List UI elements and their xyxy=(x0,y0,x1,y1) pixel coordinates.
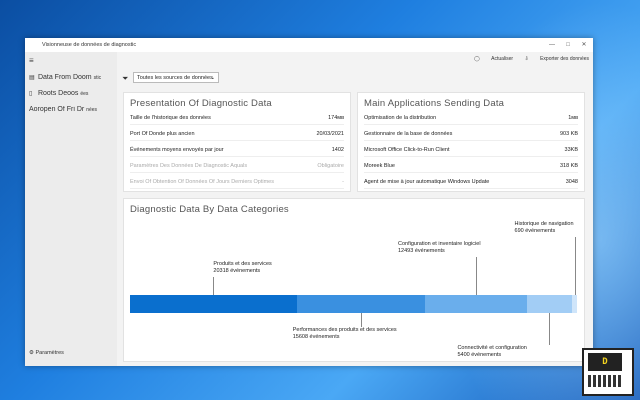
leader-line xyxy=(574,237,576,295)
minimize-button[interactable]: — xyxy=(545,40,559,50)
overview-row-value: 20/03/2021 xyxy=(316,131,344,137)
menu-icon[interactable]: ≡ xyxy=(29,56,34,65)
window-title: Visionneuse de données de diagnostic xyxy=(42,42,137,48)
overview-row-label: Port Of Donde plus ancien xyxy=(130,131,195,137)
filter-icon: ⏷ xyxy=(122,74,129,83)
overview-row: Paramètres Des Données De Diagnostic Aqu… xyxy=(130,161,344,173)
categories-card: Diagnostic Data By Data Categories Produ… xyxy=(123,198,585,362)
overview-row-label: Événements moyens envoyés par jour xyxy=(130,147,224,153)
overview-row-value: - xyxy=(342,179,344,185)
apps-row-label: Moreek Blue xyxy=(364,163,395,169)
category-name: Produits et des services xyxy=(213,261,272,267)
leader-line xyxy=(213,277,215,295)
overview-row-label: Taille de l'historique des données xyxy=(130,115,211,121)
category-name: Connectivité et configuration xyxy=(457,345,527,351)
apps-row: Gestionnaire de la base de données 903 KB xyxy=(364,129,578,141)
apps-row-label: Gestionnaire de la base de données xyxy=(364,131,453,137)
sidebar-item-problems[interactable]: ▯ Roots Deoos ées xyxy=(29,90,117,100)
category-count: 690 événements xyxy=(514,228,556,234)
chevron-down-icon: ⌄ xyxy=(210,75,215,81)
category-annotation: Produits et des services 20318 événements xyxy=(213,261,271,275)
refresh-label: Actualiser xyxy=(491,56,514,62)
sidebar-item-label: Data From Doom xyxy=(37,74,92,81)
overview-row: Envoi Of Obtention Of Données Of Jours D… xyxy=(130,177,344,189)
watermark-screen: D xyxy=(588,353,622,371)
category-segment[interactable] xyxy=(527,295,572,313)
sidebar-item-label: Aoropen Of Fri Dr xyxy=(29,106,85,113)
source-filter-dropdown[interactable]: Toutes les sources de données ⌄ xyxy=(133,72,219,83)
sidebar-item-history[interactable]: Aoropen Of Fri Dr nées xyxy=(29,106,117,116)
category-count: 15608 événements xyxy=(292,334,340,340)
document-icon: ▯ xyxy=(29,91,33,97)
overview-row: Taille de l'historique des données 174мв xyxy=(130,113,344,125)
category-annotation: Historique de navigation 690 événements xyxy=(515,221,574,235)
overview-row-value: 1402 xyxy=(331,147,344,153)
leader-line xyxy=(476,257,477,295)
categories-title: Diagnostic Data By Data Categories xyxy=(130,204,289,215)
overview-row-value: Obligatoire xyxy=(317,163,344,169)
export-button[interactable]: ⇩ Exporter des données xyxy=(524,56,589,62)
apps-row: Optimisation de la distribution 1мв xyxy=(364,113,578,125)
main-content: ◯ Actualiser ⇩ Exporter des données ⏷ To… xyxy=(117,52,593,366)
category-bar xyxy=(130,295,582,313)
chart-icon: ▤ xyxy=(29,75,35,81)
title-bar: Visionneuse de données de diagnostic — □… xyxy=(25,38,593,52)
gear-icon: ⚙ xyxy=(29,350,34,356)
category-count: 12493 événements xyxy=(398,248,445,254)
apps-row-value: 903 KB xyxy=(559,131,578,137)
category-annotation: Connectivité et configuration 5400 événem… xyxy=(457,345,526,359)
sidebar-item-suffix: ées xyxy=(80,91,89,97)
app-window: Visionneuse de données de diagnostic — □… xyxy=(25,38,593,366)
apps-row: Moreek Blue 318 KB xyxy=(364,161,578,173)
category-count: 5400 événements xyxy=(457,352,502,358)
overview-row-label: Envoi Of Obtention Of Données Of Jours D… xyxy=(130,179,274,185)
category-name: Historique de navigation xyxy=(514,221,574,227)
category-segment[interactable] xyxy=(130,295,297,313)
sidebar-item-diagnostic[interactable]: ▤ Data From Doom stic xyxy=(29,74,117,84)
category-annotation: Performances des produits et des service… xyxy=(293,327,397,341)
leader-line xyxy=(549,313,551,345)
watermark-keyboard xyxy=(588,375,622,387)
category-count: 20318 événements xyxy=(213,268,261,274)
leader-line xyxy=(360,313,362,327)
apps-row: Microsoft Office Click-to-Run Client 33KB xyxy=(364,145,578,157)
apps-row-value: 3048 xyxy=(565,179,578,185)
category-segment[interactable] xyxy=(296,295,425,313)
category-segment[interactable] xyxy=(571,295,578,313)
apps-card: Main Applications Sending Data Optimisat… xyxy=(357,92,585,192)
dropdown-value: Toutes les sources de données xyxy=(137,75,213,81)
apps-row-value: 318 KB xyxy=(559,163,578,169)
category-name: Performances des produits et des service… xyxy=(292,327,397,333)
overview-row-label: Paramètres Des Données De Diagnostic Aqu… xyxy=(130,163,248,169)
apps-row: Agent de mise à jour automatique Windows… xyxy=(364,177,578,189)
sidebar-item-suffix: stic xyxy=(93,75,102,81)
overview-row: Événements moyens envoyés par jour 1402 xyxy=(130,145,344,157)
maximize-button[interactable]: □ xyxy=(561,40,575,50)
close-button[interactable]: ✕ xyxy=(577,40,591,50)
apps-row-label: Agent de mise à jour automatique Windows… xyxy=(364,179,490,185)
overview-row-value: 174мв xyxy=(328,115,344,121)
export-label: Exporter des données xyxy=(540,56,589,62)
sidebar: ≡ ▤ Data From Doom stic ▯ Roots Deoos ée… xyxy=(25,52,117,366)
category-annotation: Configuration et inventaire logiciel 1249… xyxy=(398,241,481,255)
apps-row-label: Microsoft Office Click-to-Run Client xyxy=(364,147,450,153)
settings-label: Paramètres xyxy=(35,350,64,356)
overview-row: Port Of Donde plus ancien 20/03/2021 xyxy=(130,129,344,141)
overview-card: Presentation Of Diagnostic Data Taille d… xyxy=(123,92,351,192)
overview-title: Presentation Of Diagnostic Data xyxy=(130,98,272,109)
apps-row-label: Optimisation de la distribution xyxy=(364,115,437,121)
apps-title: Main Applications Sending Data xyxy=(364,98,505,109)
category-name: Configuration et inventaire logiciel xyxy=(398,241,481,247)
sidebar-item-label: Roots Deoos xyxy=(37,90,79,97)
category-segment[interactable] xyxy=(424,295,528,313)
apps-row-value: 1мв xyxy=(568,115,578,121)
watermark-logo: D xyxy=(582,348,634,396)
refresh-button[interactable]: ◯ Actualiser xyxy=(474,56,513,62)
toolbar: ◯ Actualiser ⇩ Exporter des données xyxy=(464,56,589,62)
apps-row-value: 33KB xyxy=(564,147,578,153)
sidebar-item-suffix: nées xyxy=(86,107,98,113)
settings-button[interactable]: ⚙ Paramètres xyxy=(29,350,64,356)
